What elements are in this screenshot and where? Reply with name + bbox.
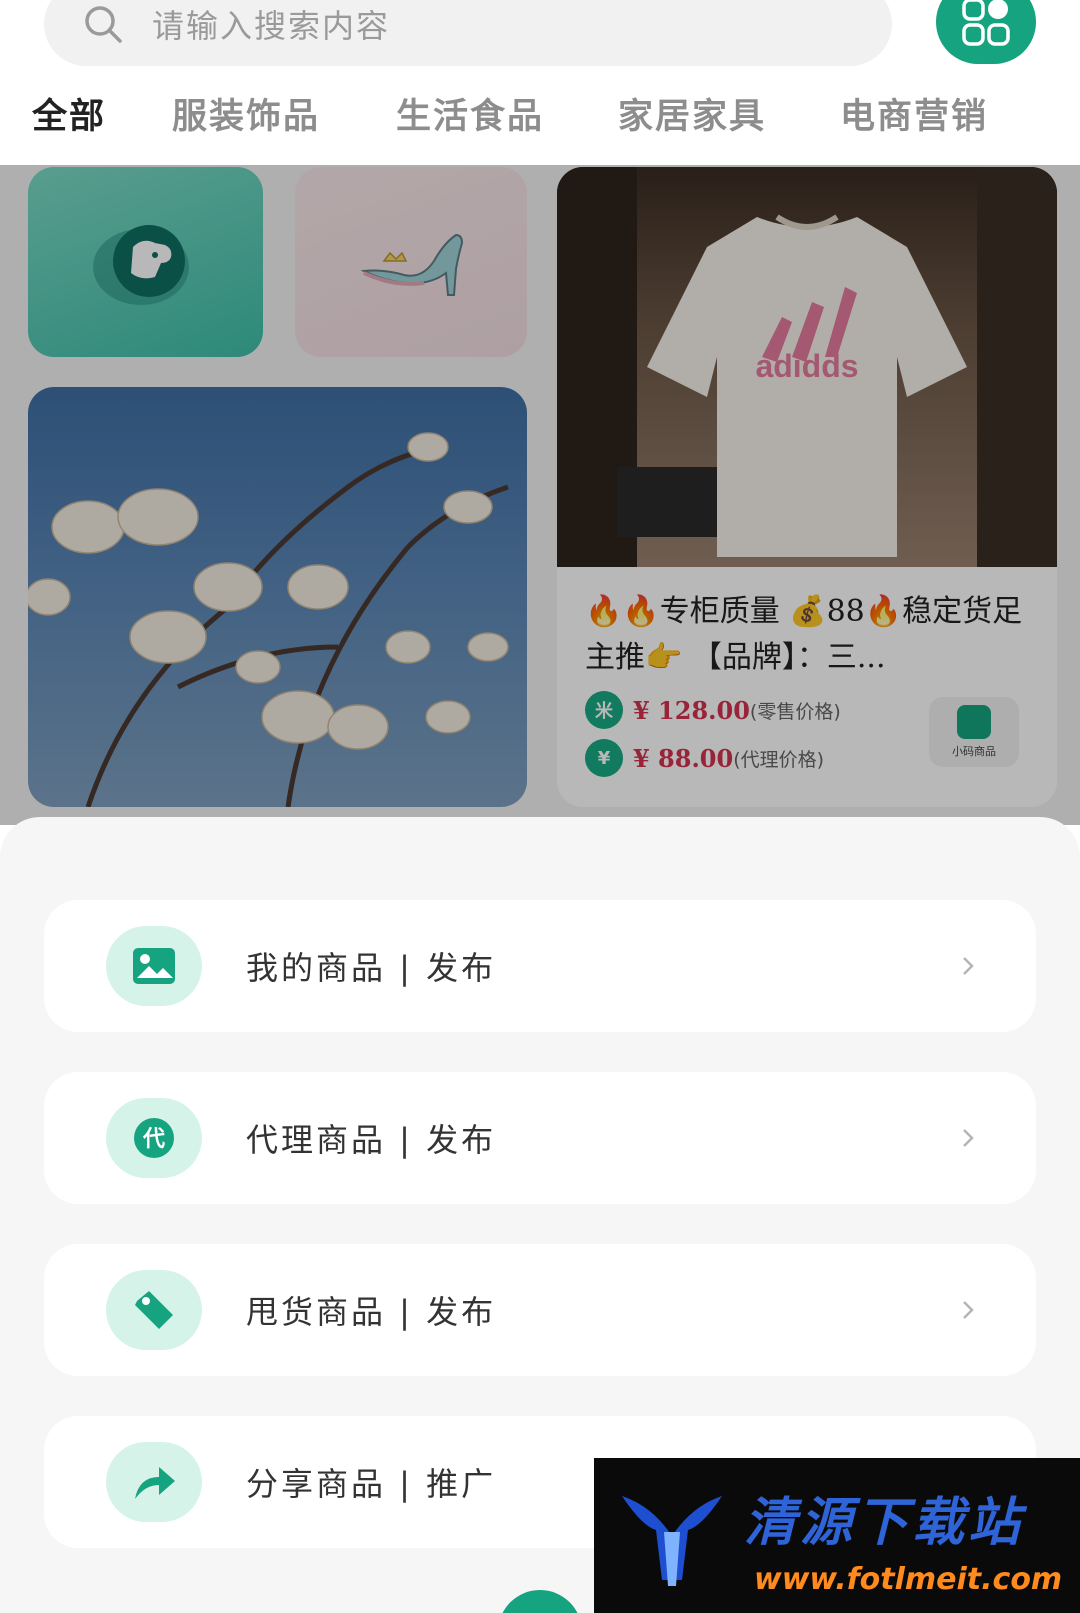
my-products-publish-item[interactable]: 我的商品 | 发布 (44, 900, 1036, 1032)
tab-ecommerce[interactable]: 电商营销 (840, 88, 988, 139)
top-bar: 请输入搜索内容 全部 服装饰品 生活食品 家居家具 电商营销 (0, 0, 1080, 165)
modal-backdrop[interactable] (0, 165, 1080, 825)
chevron-right-icon (963, 1129, 974, 1147)
tab-all[interactable]: 全部 (32, 88, 106, 139)
search-input[interactable]: 请输入搜索内容 (152, 1, 390, 47)
category-grid-button[interactable] (936, 0, 1036, 64)
watermark-title: 清源下载站 (744, 1493, 1025, 1553)
search-icon (85, 6, 122, 43)
menu-label: 代理商品 | 发布 (246, 1121, 497, 1159)
watermark-url: www.fotlmeit.com (754, 1562, 1063, 1597)
share-icon (106, 1442, 202, 1522)
chevron-right-icon (963, 1301, 974, 1319)
tab-furniture[interactable]: 家居家具 (618, 88, 766, 139)
chevron-right-icon (963, 957, 974, 975)
menu-label: 分享商品 | 推广 (246, 1465, 497, 1503)
category-tabs: 全部 服装饰品 生活食品 家居家具 电商营销 (0, 88, 1080, 148)
clearance-products-publish-item[interactable]: 甩货商品 | 发布 (44, 1244, 1036, 1376)
svg-text:代: 代 (142, 1127, 165, 1152)
tag-icon (106, 1270, 202, 1350)
search-bar[interactable]: 请输入搜索内容 (44, 0, 892, 66)
tab-food[interactable]: 生活食品 (396, 88, 544, 139)
watermark-logo-icon (622, 1496, 722, 1586)
tab-clothing[interactable]: 服装饰品 (172, 88, 320, 139)
image-icon (106, 926, 202, 1006)
agent-icon: 代 (106, 1098, 202, 1178)
site-watermark: 清源下载站 www.fotlmeit.com (594, 1458, 1080, 1613)
menu-label: 我的商品 | 发布 (246, 949, 497, 987)
menu-label: 甩货商品 | 发布 (246, 1293, 497, 1331)
grid-icon (962, 0, 1010, 46)
agent-products-publish-item[interactable]: 代 代理商品 | 发布 (44, 1072, 1036, 1204)
